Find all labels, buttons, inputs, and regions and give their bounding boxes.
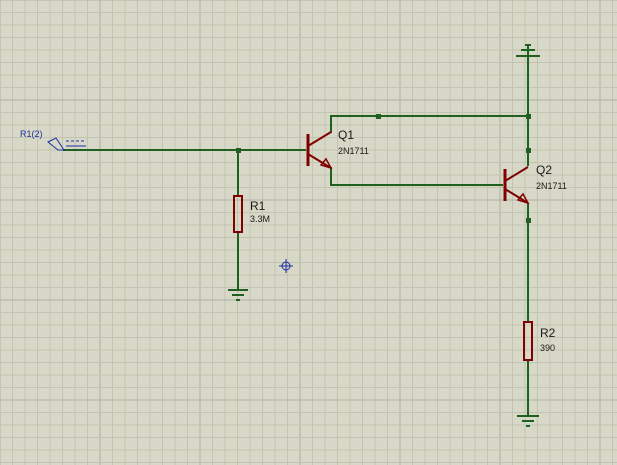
r2-ref: R2 [540, 326, 556, 340]
junction-dot [526, 148, 531, 153]
q2-ref: Q2 [536, 163, 552, 177]
junction-dot [526, 114, 531, 119]
wires [63, 55, 529, 416]
junction-dot [236, 148, 241, 153]
resistor-r2[interactable]: R2 390 [523, 321, 556, 361]
q1-collector-leg [307, 131, 332, 147]
terminal-label: R1(2) [20, 129, 43, 139]
grid [0, 0, 617, 465]
r1-value: 3.3M [250, 214, 270, 224]
input-terminal[interactable]: R1(2) [20, 129, 86, 151]
resistor-r1[interactable]: R1 3.3M [233, 195, 270, 233]
transistor-q2[interactable]: Q2 2N1711 [503, 163, 567, 205]
junction-dot [526, 218, 531, 223]
schematic-canvas[interactable]: R1(2) R1 3.3M Q1 2N1711 Q2 2N1711 R2 390 [0, 0, 617, 465]
r2-value: 390 [540, 343, 555, 353]
q2-emitter-arrow-icon [516, 192, 530, 205]
junctions [236, 114, 531, 223]
crosshair-icon [279, 259, 293, 273]
q1-ref: Q1 [338, 128, 354, 142]
q1-value: 2N1711 [338, 146, 369, 156]
q1-emitter-arrow-icon [319, 157, 333, 170]
r1-ref: R1 [250, 199, 266, 213]
q2-value: 2N1711 [536, 181, 567, 191]
junction-dot [376, 114, 381, 119]
